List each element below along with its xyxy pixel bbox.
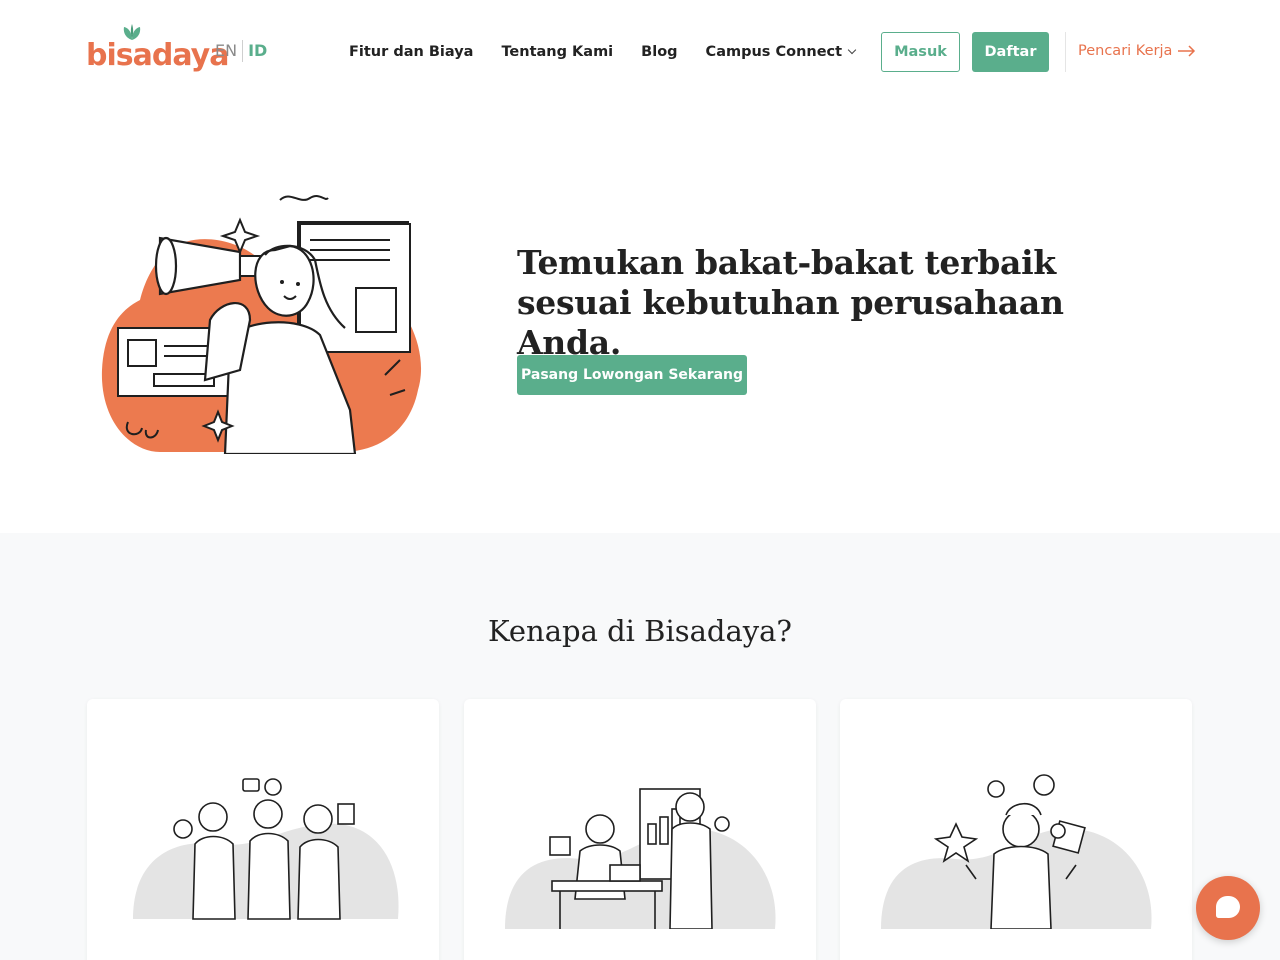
register-button[interactable]: Daftar: [972, 32, 1049, 72]
chat-bubble-icon: [1216, 896, 1240, 918]
feature-card: [87, 699, 439, 960]
nav-campus-connect-label: Campus Connect: [705, 44, 843, 60]
header-divider: [1065, 32, 1066, 72]
nav-campus-connect[interactable]: Campus Connect: [705, 42, 857, 62]
lang-en-option[interactable]: EN: [215, 40, 244, 62]
chevron-down-icon: [847, 45, 857, 55]
section-title: Kenapa di Bisadaya?: [488, 614, 792, 648]
lang-id-option[interactable]: ID: [243, 40, 267, 62]
team-collaboration-illustration: [133, 778, 399, 920]
job-seeker-link[interactable]: Pencari Kerja: [1078, 43, 1196, 59]
data-analysis-illustration: [505, 788, 776, 929]
hero-megaphone-illustration: [101, 195, 422, 454]
feature-card: [840, 699, 1192, 960]
hero-title: Temukan bakat-bakat terbaik sesuai kebut…: [517, 243, 1064, 362]
post-job-button[interactable]: Pasang Lowongan Sekarang: [517, 355, 747, 395]
nav-fitur-dan-biaya[interactable]: Fitur dan Biaya: [349, 42, 473, 62]
nav-tentang-kami[interactable]: Tentang Kami: [501, 42, 613, 62]
main-nav: Fitur dan Biaya Tentang Kami Blog Campus…: [349, 42, 857, 62]
login-button[interactable]: Masuk: [881, 32, 960, 72]
site-header: bisadaya EN ID Fitur dan Biaya Tentang K…: [0, 0, 1280, 104]
language-switcher: EN ID: [215, 40, 267, 62]
leaf-icon: [123, 24, 141, 40]
arrow-right-icon: [1178, 45, 1196, 57]
why-section: Kenapa di Bisadaya?: [0, 533, 1280, 960]
job-seeker-label: Pencari Kerja: [1078, 43, 1173, 59]
feature-card: [464, 699, 816, 960]
ai-matching-illustration: [881, 774, 1152, 929]
logo-wordmark: bisadaya: [86, 38, 229, 73]
bisadaya-logo[interactable]: bisadaya: [86, 24, 229, 74]
chat-widget-button[interactable]: [1196, 876, 1260, 940]
nav-blog[interactable]: Blog: [641, 42, 677, 62]
